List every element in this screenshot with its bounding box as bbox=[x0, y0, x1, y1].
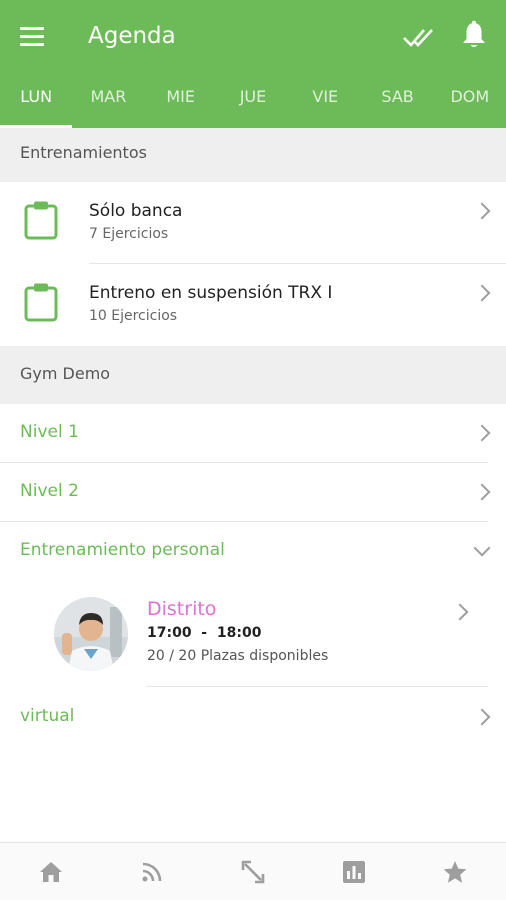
category-item-entrenamiento-personal[interactable]: Entrenamiento personal bbox=[0, 522, 506, 580]
section-header-trainings: Entrenamientos bbox=[0, 128, 506, 182]
app-bar: Agenda LUN MAR MIE JUE VIE SAB DOM bbox=[0, 0, 506, 128]
nav-favorites[interactable] bbox=[405, 843, 506, 900]
chart-icon bbox=[343, 860, 366, 883]
workout-subtitle: 7 Ejercicios bbox=[89, 226, 169, 242]
workout-title: Entreno en suspensión TRX I bbox=[89, 283, 333, 303]
nav-exercises[interactable] bbox=[202, 843, 303, 900]
tab-mar[interactable]: MAR bbox=[72, 72, 144, 128]
section-header-gym: Gym Demo bbox=[0, 346, 506, 404]
rss-feed-icon bbox=[142, 862, 162, 881]
class-title: Distrito bbox=[147, 598, 217, 620]
category-label: Nivel 1 bbox=[20, 422, 79, 442]
chevron-right-icon bbox=[473, 483, 491, 501]
clipboard-icon bbox=[24, 283, 58, 322]
trainer-avatar bbox=[54, 597, 128, 671]
double-check-icon[interactable] bbox=[402, 24, 436, 50]
category-label: virtual bbox=[20, 706, 75, 726]
category-label: Nivel 2 bbox=[20, 481, 79, 501]
tab-sab[interactable]: SAB bbox=[361, 72, 433, 128]
home-icon bbox=[39, 861, 62, 882]
category-item-virtual[interactable]: virtual bbox=[0, 688, 506, 746]
menu-icon[interactable] bbox=[20, 22, 50, 50]
bottom-nav bbox=[0, 842, 506, 900]
chevron-right-icon bbox=[473, 708, 491, 726]
page-title: Agenda bbox=[88, 23, 176, 49]
star-icon bbox=[444, 860, 467, 883]
class-time: 17:00 - 18:00 bbox=[147, 625, 262, 641]
tab-dom[interactable]: DOM bbox=[434, 72, 506, 128]
bell-icon[interactable] bbox=[460, 20, 488, 50]
nav-home[interactable] bbox=[0, 843, 101, 900]
nav-feed[interactable] bbox=[101, 843, 202, 900]
chevron-right-icon bbox=[473, 202, 491, 220]
workout-item[interactable]: Sólo banca 7 Ejercicios bbox=[0, 182, 506, 264]
workout-subtitle: 10 Ejercicios bbox=[89, 308, 178, 324]
tab-mie[interactable]: MIE bbox=[145, 72, 217, 128]
tab-vie[interactable]: VIE bbox=[289, 72, 361, 128]
class-places: 20 / 20 Plazas disponibles bbox=[147, 648, 329, 664]
chevron-right-icon bbox=[451, 603, 469, 621]
category-item-nivel-2[interactable]: Nivel 2 bbox=[0, 463, 506, 521]
expand-arrows-icon bbox=[241, 860, 265, 883]
nav-stats[interactable] bbox=[304, 843, 405, 900]
clipboard-icon bbox=[24, 201, 58, 240]
chevron-right-icon bbox=[473, 424, 491, 442]
chevron-right-icon bbox=[473, 284, 491, 302]
tab-jue[interactable]: JUE bbox=[217, 72, 289, 128]
workout-item[interactable]: Entreno en suspensión TRX I 10 Ejercicio… bbox=[0, 264, 506, 346]
category-item-nivel-1[interactable]: Nivel 1 bbox=[0, 404, 506, 462]
chevron-down-icon bbox=[473, 539, 491, 557]
category-label: Entrenamiento personal bbox=[20, 540, 225, 560]
divider bbox=[147, 686, 488, 687]
tab-lun[interactable]: LUN bbox=[0, 72, 73, 128]
workout-title: Sólo banca bbox=[89, 201, 183, 221]
day-tabs: LUN MAR MIE JUE VIE SAB DOM bbox=[0, 72, 506, 128]
